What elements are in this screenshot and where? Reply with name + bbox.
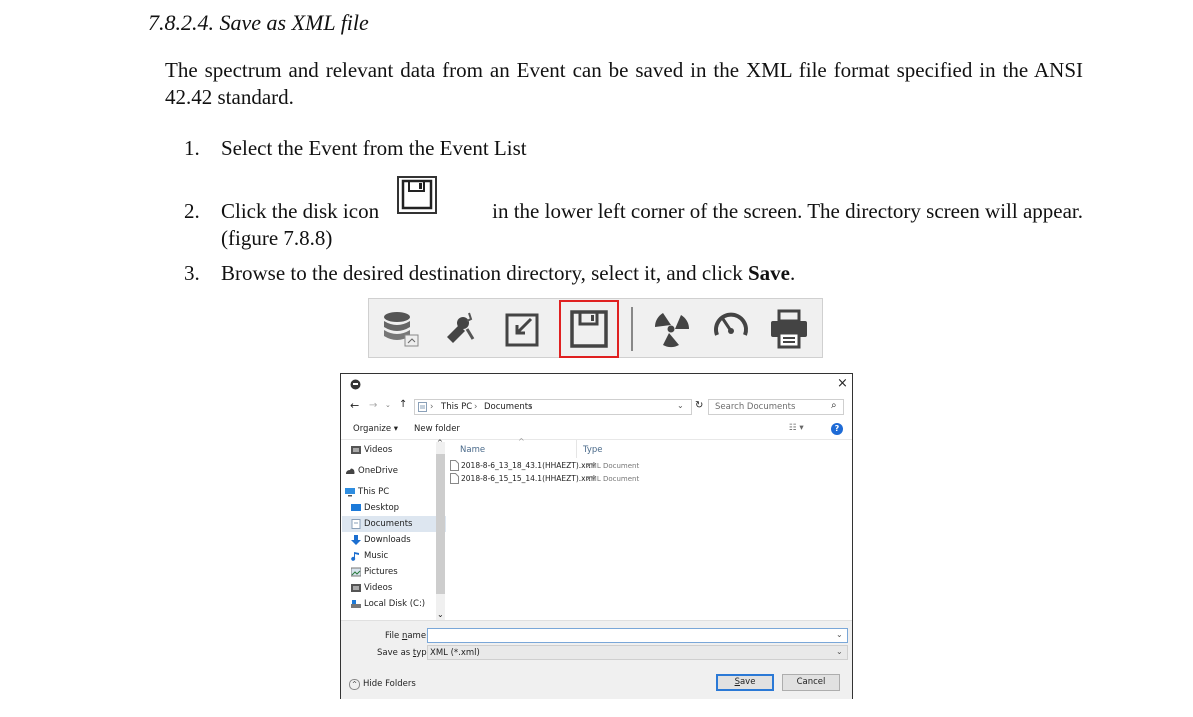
file-name-label: File name: [385, 631, 429, 641]
sort-up-icon: ^ [518, 437, 525, 446]
database-icon[interactable] [379, 307, 423, 351]
hide-folders-label: Hide Folders [363, 679, 416, 689]
search-input[interactable]: Search Documents ⌕ [708, 399, 844, 415]
column-header-name[interactable]: Name [460, 445, 485, 455]
save-type-select[interactable]: XML (*.xml) ⌄ [427, 645, 848, 660]
toolbar [368, 298, 823, 358]
breadcrumb-sep: › [474, 402, 478, 412]
intro-paragraph: The spectrum and relevant data from an E… [165, 58, 1083, 109]
save-button[interactable]: Save [716, 674, 774, 691]
step-2: 2. Click the disk icon in the lower left… [184, 176, 1084, 258]
nav-item-videos-quick[interactable]: Videos [351, 443, 392, 457]
save-disk-icon[interactable] [567, 307, 611, 351]
tools-icon[interactable] [439, 307, 483, 351]
videos-icon [351, 446, 361, 454]
music-icon [351, 552, 359, 561]
nav-item-this-pc[interactable]: This PC [345, 485, 389, 499]
nav-item-onedrive[interactable]: OneDrive [346, 464, 398, 478]
command-bar: Organize ▾ New folder ☷ ▾ ? [341, 421, 852, 440]
breadcrumb-this-pc[interactable]: This PC [441, 402, 472, 412]
scroll-down-icon[interactable]: ⌄ [437, 610, 444, 619]
step-text: Select the Event from the Event List [221, 136, 527, 160]
search-placeholder: Search Documents [715, 402, 796, 412]
column-header-type[interactable]: Type [583, 445, 603, 455]
step-text-continued: in the lower left corner of the screen. … [492, 199, 1083, 223]
recent-chevron-icon[interactable]: ⌄ [385, 401, 391, 409]
file-icon [450, 460, 459, 471]
documents-folder-icon [418, 402, 427, 412]
chevron-up-icon: ^ [349, 679, 360, 690]
nav-item-music[interactable]: Music [351, 549, 388, 563]
onedrive-icon [346, 468, 355, 474]
file-list: ^ Name Type 2018-8-6_13_18_43.1(HHAEZT).… [447, 437, 852, 620]
videos-icon [351, 584, 361, 592]
scroll-up-icon[interactable]: ^ [437, 439, 443, 447]
file-icon [450, 473, 459, 484]
forward-arrow-icon[interactable]: → [369, 400, 377, 411]
file-name: 2018-8-6_13_18_43.1(HHAEZT).xml [461, 461, 596, 470]
cancel-button[interactable]: Cancel [782, 674, 840, 691]
back-arrow-icon[interactable]: ← [350, 399, 359, 412]
close-button[interactable]: × [837, 376, 848, 391]
navigation-pane: Videos OneDrive This PC Desktop Document… [342, 440, 446, 620]
save-word: Save [747, 261, 790, 285]
documents-icon [351, 519, 361, 529]
local-disk-icon [351, 600, 361, 608]
step-text: Browse to the desired destination direct… [221, 261, 796, 285]
save-type-value: XML (*.xml) [430, 648, 480, 658]
nav-scrollbar[interactable]: ^ ⌄ [436, 439, 445, 622]
nav-scrollbar-thumb[interactable] [436, 454, 445, 594]
disk-icon [397, 176, 437, 221]
help-icon[interactable]: ? [831, 423, 843, 435]
radiation-icon[interactable] [649, 307, 693, 351]
step-text: Click the disk icon [221, 199, 380, 223]
organize-button[interactable]: Organize ▾ [353, 424, 398, 434]
hide-folders-toggle[interactable]: ^ Hide Folders [349, 679, 429, 691]
file-name: 2018-8-6_15_15_14.1(HHAEZT).xml [461, 474, 596, 483]
downloads-icon [351, 535, 361, 545]
step-number: 2. [184, 199, 200, 223]
breadcrumb-sep: › [430, 402, 434, 412]
new-folder-button[interactable]: New folder [414, 424, 460, 434]
nav-item-local-disk[interactable]: Local Disk (C:) [351, 597, 425, 611]
nav-item-videos[interactable]: Videos [351, 581, 392, 595]
breadcrumb-documents[interactable]: Documents [484, 402, 532, 412]
address-bar[interactable]: › This PC › Documents › ⌄ [414, 399, 692, 415]
nav-item-downloads[interactable]: Downloads [351, 533, 411, 547]
file-type: XML Document [586, 462, 640, 470]
save-type-dropdown-icon[interactable]: ⌄ [836, 647, 843, 656]
section-heading: 7.8.2.4. Save as XML file [148, 10, 369, 35]
file-type: XML Document [586, 475, 640, 483]
nav-item-documents[interactable]: Documents [351, 517, 412, 531]
app-icon [350, 379, 361, 390]
computer-icon [345, 488, 355, 497]
breadcrumb-sep: › [529, 402, 533, 412]
import-icon[interactable] [501, 307, 545, 351]
pictures-icon [351, 567, 361, 577]
print-icon[interactable] [767, 307, 811, 351]
refresh-icon[interactable]: ↻ [695, 400, 703, 411]
view-options-icon[interactable]: ☷ ▾ [789, 423, 804, 433]
step-figure-ref: (figure 7.8.8) [221, 226, 333, 250]
gauge-icon[interactable] [709, 307, 753, 351]
file-name-dropdown-icon[interactable]: ⌄ [836, 630, 843, 639]
desktop-icon [351, 504, 361, 511]
file-row[interactable]: 2018-8-6_15_15_14.1(HHAEZT).xml XML Docu… [450, 473, 850, 485]
search-icon[interactable]: ⌕ [831, 400, 837, 411]
file-name-input[interactable]: ⌄ [427, 628, 848, 643]
up-arrow-icon[interactable]: ↑ [399, 399, 407, 410]
nav-item-pictures[interactable]: Pictures [351, 565, 398, 579]
column-divider[interactable] [576, 440, 577, 458]
nav-item-desktop[interactable]: Desktop [351, 501, 399, 515]
step-number: 1. [184, 136, 200, 160]
step-number: 3. [184, 261, 200, 285]
toolbar-separator [631, 307, 633, 351]
address-dropdown-icon[interactable]: ⌄ [677, 401, 684, 410]
save-dialog: × ← → ⌄ ↑ › This PC › Documents › ⌄ ↻ Se… [340, 373, 853, 699]
file-row[interactable]: 2018-8-6_13_18_43.1(HHAEZT).xml XML Docu… [450, 460, 850, 472]
